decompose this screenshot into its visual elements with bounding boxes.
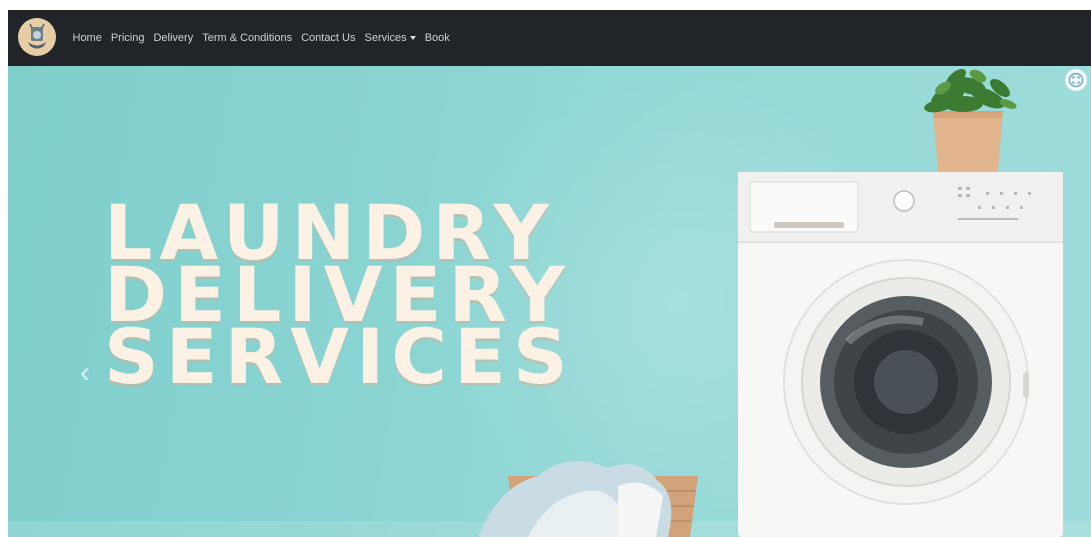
navbar: Home Pricing Delivery Term & Conditions …	[8, 10, 1091, 66]
laundry-basket-image	[478, 461, 698, 537]
nav-terms[interactable]: Term & Conditions	[198, 32, 297, 44]
caret-down-icon	[409, 35, 416, 40]
nav-services-dropdown[interactable]: Services	[360, 32, 420, 44]
hero-carousel: LAUNDRY DELIVERY SERVICES ‹	[8, 66, 1091, 537]
nav-pricing[interactable]: Pricing	[106, 32, 149, 44]
nav-book-label: Book	[424, 32, 450, 44]
nav-delivery[interactable]: Delivery	[149, 32, 198, 44]
nav-pricing-label: Pricing	[110, 32, 145, 44]
chevron-left-icon: ‹	[80, 356, 90, 389]
nav-terms-label: Term & Conditions	[202, 32, 293, 44]
nav-contact[interactable]: Contact Us	[297, 32, 360, 44]
plant-image	[924, 69, 1017, 171]
nav-contact-label: Contact Us	[301, 32, 356, 44]
nav-delivery-label: Delivery	[153, 32, 194, 44]
nav-home-label: Home	[72, 32, 102, 44]
expand-icon	[1068, 72, 1084, 88]
headline-line-3: SERVICES	[104, 312, 575, 402]
page: Home Pricing Delivery Term & Conditions …	[0, 0, 1091, 537]
hero-headline: LAUNDRY DELIVERY SERVICES	[104, 195, 584, 402]
laundry-logo-icon[interactable]	[18, 18, 56, 56]
nav-links: Home Pricing Delivery Term & Conditions …	[68, 10, 454, 66]
nav-services-label: Services	[364, 32, 407, 44]
nav-book[interactable]: Book	[420, 32, 454, 44]
expand-button[interactable]	[1065, 69, 1087, 91]
nav-home[interactable]: Home	[68, 32, 106, 44]
washing-machine-image	[738, 172, 1063, 537]
carousel-prev-button[interactable]: ‹	[80, 358, 100, 388]
